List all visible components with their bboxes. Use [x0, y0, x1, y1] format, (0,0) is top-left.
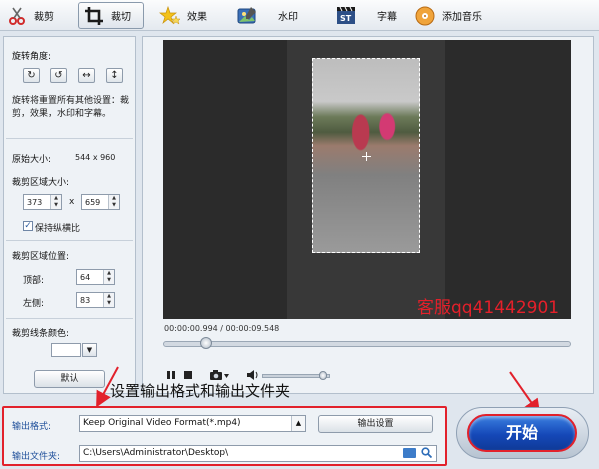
output-settings-panel: 输出格式: Keep Original Video Format(*.mp4) … [2, 406, 447, 466]
output-format-value: Keep Original Video Format(*.mp4) [83, 418, 241, 428]
output-format-label: 输出格式: [12, 422, 52, 432]
output-format-select[interactable]: Keep Original Video Format(*.mp4) ▲ [79, 415, 306, 432]
folder-icon[interactable] [403, 448, 416, 458]
output-folder-label: 输出文件夹: [12, 452, 61, 462]
annotation-arrows [96, 366, 541, 416]
start-button[interactable]: 开始 [467, 414, 577, 452]
output-folder-value: C:\Users\Administrator\Desktop\ [83, 448, 229, 458]
search-icon[interactable] [421, 447, 432, 458]
annotation-arrow-left [96, 366, 119, 408]
output-folder-input[interactable]: C:\Users\Administrator\Desktop\ [79, 445, 437, 462]
output-settings-button[interactable]: 输出设置 [318, 415, 433, 433]
annotation-arrow-right [509, 371, 541, 416]
chevron-down-icon: ▲ [291, 416, 305, 431]
